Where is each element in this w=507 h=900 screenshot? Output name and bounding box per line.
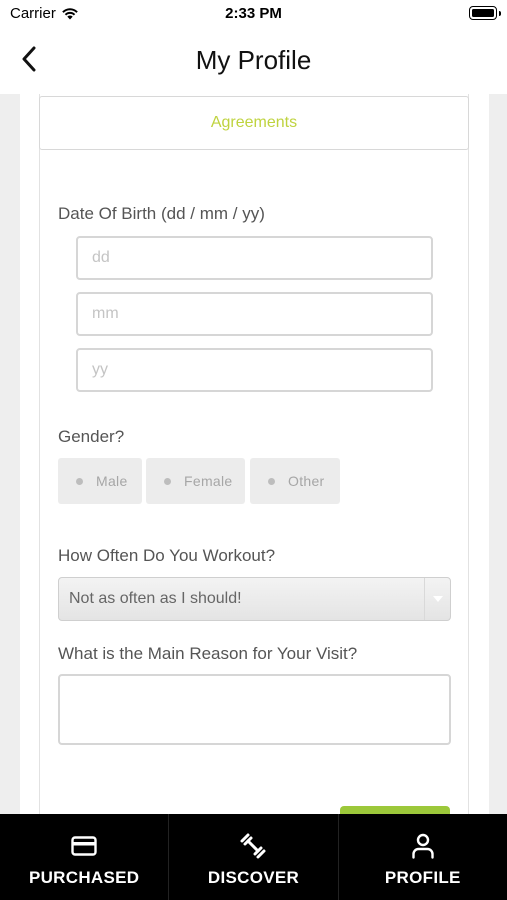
tab-profile[interactable]: PROFILE xyxy=(339,814,507,900)
submit-button[interactable] xyxy=(340,806,450,814)
radio-dot-icon xyxy=(164,477,171,485)
status-bar: Carrier 2:33 PM xyxy=(0,0,507,28)
agreements-tab[interactable]: Agreements xyxy=(39,96,469,150)
credit-card-icon xyxy=(71,832,97,860)
gender-label: Gender? xyxy=(58,427,125,446)
dob-day-input[interactable] xyxy=(76,236,433,280)
dob-month-input[interactable] xyxy=(76,292,433,336)
dumbbell-icon xyxy=(239,832,267,860)
gender-option-male[interactable]: Male xyxy=(58,458,142,504)
person-icon xyxy=(411,832,435,860)
tab-discover[interactable]: DISCOVER xyxy=(169,814,339,900)
gender-option-female[interactable]: Female xyxy=(146,458,245,504)
profile-scroll-area[interactable]: Agreements Date Of Birth (dd / mm / yy) … xyxy=(0,94,507,814)
visit-reason-label: What is the Main Reason for Your Visit? xyxy=(58,644,358,663)
visit-reason-textarea[interactable] xyxy=(58,674,451,745)
nav-header: My Profile xyxy=(0,28,507,94)
profile-form-card: Agreements Date Of Birth (dd / mm / yy) … xyxy=(20,94,489,814)
gender-option-other[interactable]: Other xyxy=(250,458,340,504)
status-time: 2:33 PM xyxy=(225,5,282,22)
gender-option-label: Female xyxy=(184,473,233,489)
chevron-down-icon xyxy=(424,578,450,620)
workout-frequency-select[interactable]: Not as often as I should! xyxy=(58,577,451,621)
radio-dot-icon xyxy=(268,477,275,485)
workout-label: How Often Do You Workout? xyxy=(58,546,276,565)
bottom-tab-bar: PURCHASED DISCOVER PROFILE xyxy=(0,814,507,900)
workout-frequency-value: Not as often as I should! xyxy=(69,590,242,607)
tab-label: DISCOVER xyxy=(207,868,300,887)
gender-option-label: Other xyxy=(288,473,325,489)
tab-label: PROFILE xyxy=(384,868,461,887)
tab-purchased[interactable]: PURCHASED xyxy=(0,814,170,900)
radio-dot-icon xyxy=(76,477,83,485)
dob-year-input[interactable] xyxy=(76,348,433,392)
dob-label: Date Of Birth (dd / mm / yy) xyxy=(58,204,265,223)
gender-option-label: Male xyxy=(96,473,128,489)
tab-label: PURCHASED xyxy=(28,868,140,887)
battery-icon xyxy=(469,6,501,20)
page-title: My Profile xyxy=(195,45,312,75)
